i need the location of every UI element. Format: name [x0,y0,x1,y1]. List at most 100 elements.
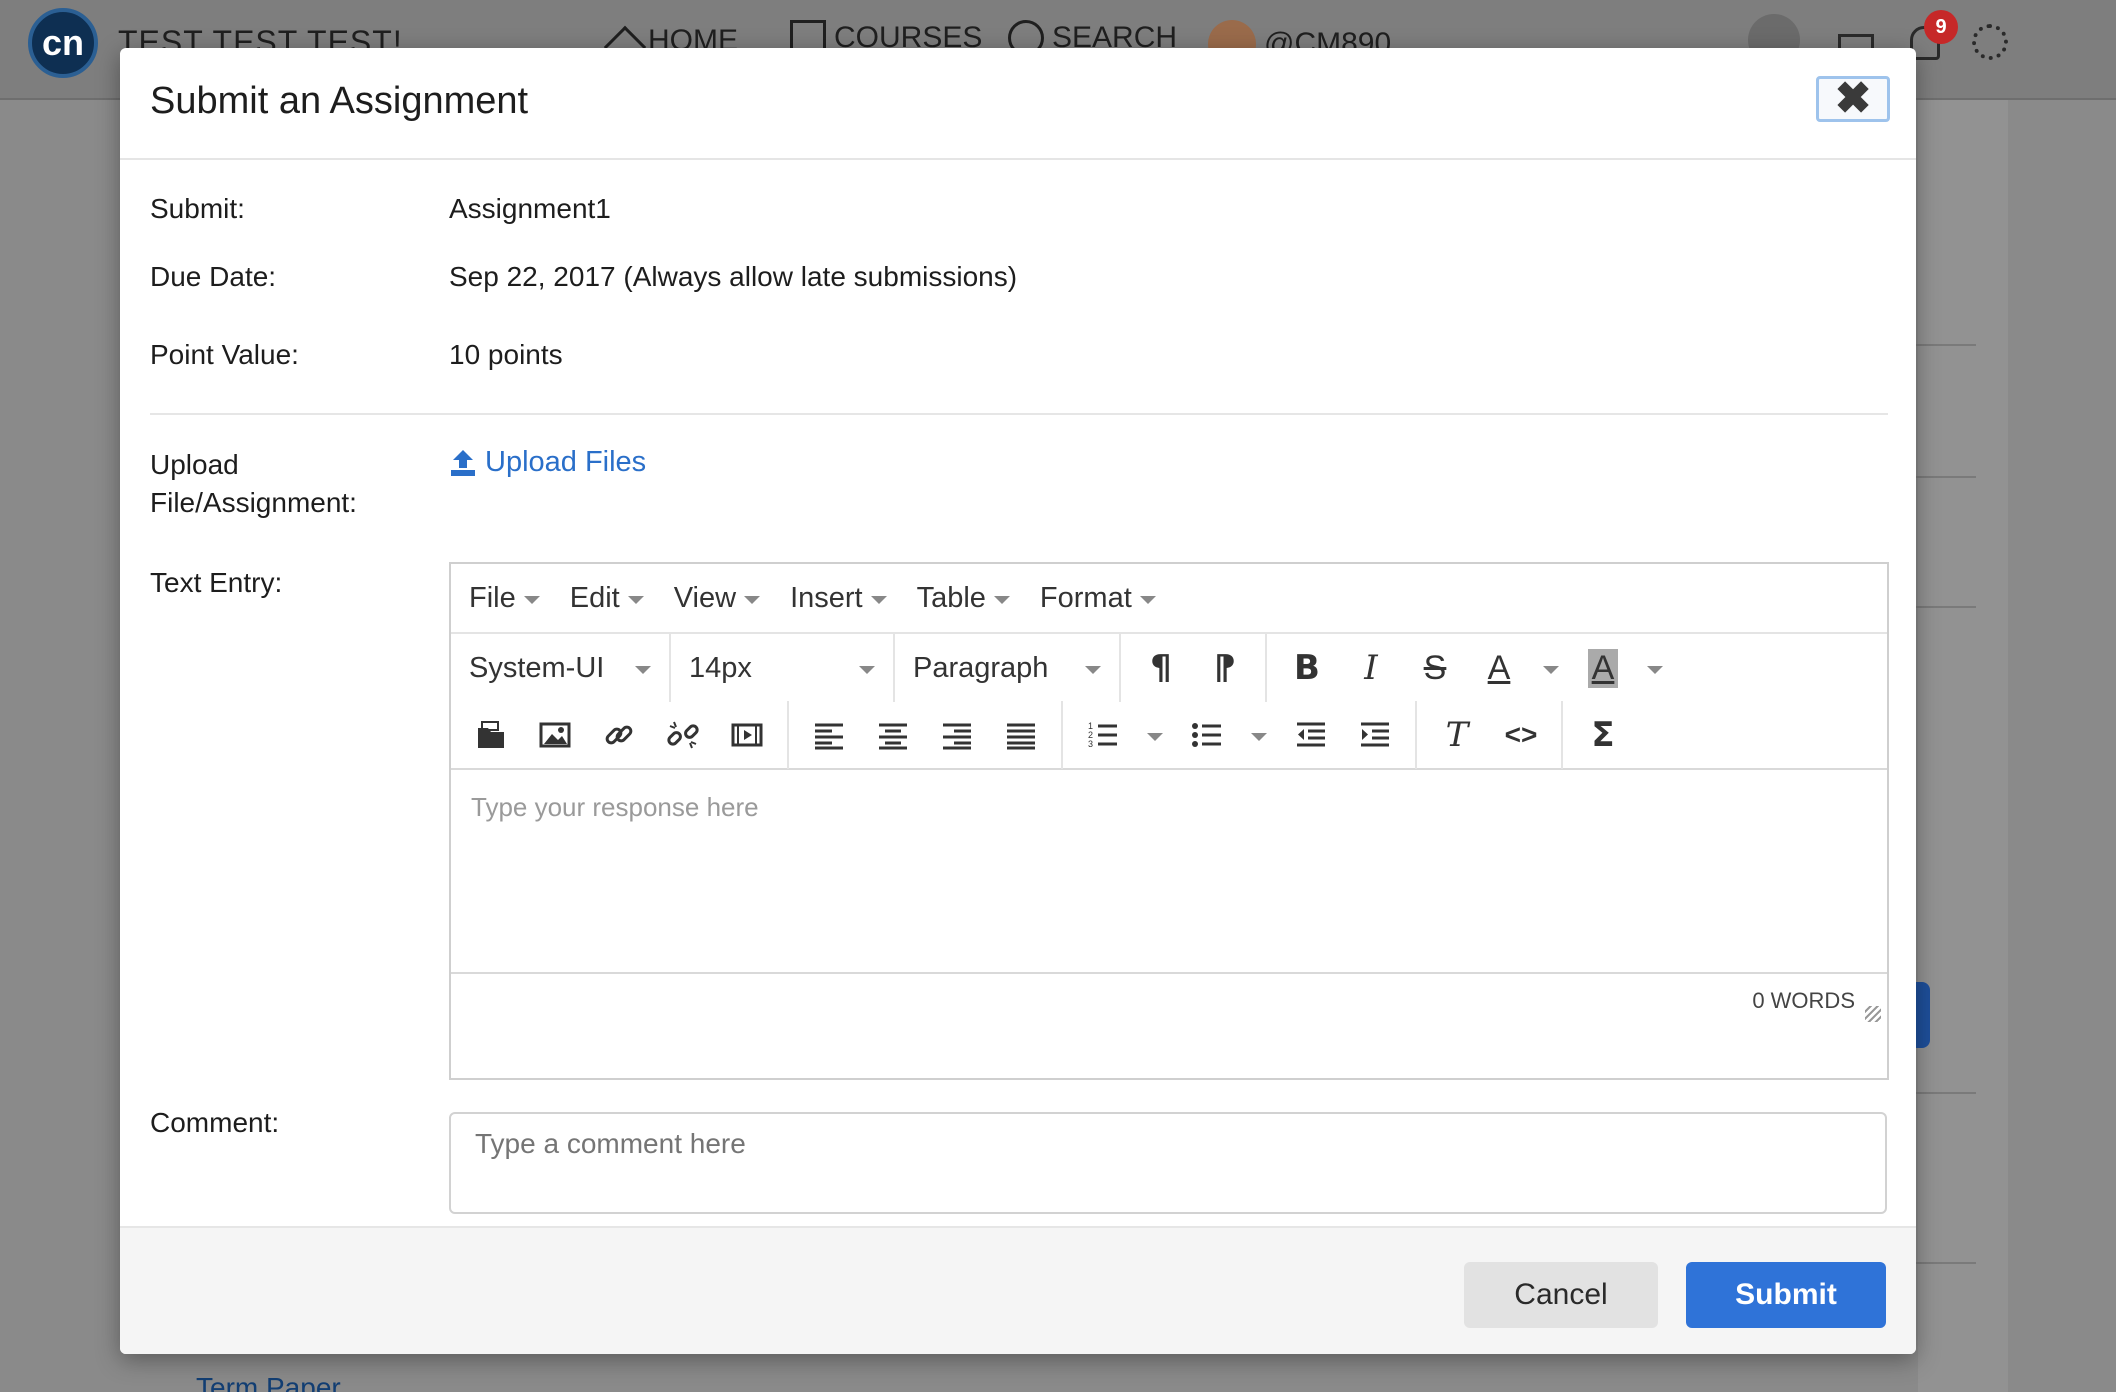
bullet-list-icon[interactable] [1175,707,1239,763]
editor-content-area[interactable]: Type your response here [451,772,1887,972]
editor-menubar: File Edit View Insert Table Format [451,564,1887,634]
font-size-select[interactable]: 14px [671,634,895,702]
direction-group: ¶ ¶ [1121,634,1267,702]
gear-icon[interactable] [1972,24,2008,60]
block-format-select[interactable]: Paragraph [895,634,1121,702]
background-divider [1910,1262,1976,1264]
background-divider [1910,344,1976,346]
menu-view[interactable]: View [673,581,761,615]
svg-text:3: 3 [1088,739,1093,749]
font-size-value: 14px [689,651,752,684]
notification-badge: 9 [1924,10,1958,44]
menu-edit[interactable]: Edit [570,582,644,615]
menu-file[interactable]: File [469,582,540,615]
editor-toolbar-row1: System-UI 14px Paragraph ¶ ¶ B I S A A [451,634,1887,702]
menu-file-label: File [469,581,516,614]
misc-group: T <> [1417,701,1563,769]
numbered-list-dropdown[interactable] [1135,707,1175,763]
menu-format-label: Format [1039,581,1132,614]
background-divider [1910,606,1976,608]
clear-formatting-icon[interactable]: T [1425,707,1489,763]
file-manager-icon[interactable] [459,707,523,763]
font-color-dropdown[interactable] [1531,640,1571,696]
editor-toolbar-row2: 123 T <> Σ [451,701,1887,770]
bold-icon[interactable]: B [1275,640,1339,696]
bullet-list-dropdown[interactable] [1239,707,1279,763]
upload-files-link[interactable]: Upload Files [449,446,646,479]
caret-down-icon [1085,666,1101,674]
editor-statusbar: 0 WORDS [451,972,1887,1028]
resize-handle-icon[interactable] [1865,1006,1881,1022]
caret-down-icon [635,666,651,674]
menu-table-label: Table [916,581,986,614]
menu-format[interactable]: Format [1040,582,1156,615]
image-icon[interactable] [523,707,587,763]
insert-group [451,701,789,769]
menu-insert[interactable]: Insert [790,582,887,615]
indent-icon[interactable] [1343,707,1407,763]
caret-down-icon [627,596,644,604]
caret-down-icon [859,666,875,674]
point-value: 10 points [449,339,563,370]
caret-down-icon [523,596,540,604]
modal-header: Submit an Assignment ✖ [120,48,1916,160]
align-left-icon[interactable] [797,707,861,763]
alignment-group [789,701,1063,769]
modal-footer: Cancel Submit [120,1226,1916,1354]
background-panel [1918,100,2008,1392]
background-divider [1910,476,1976,478]
cancel-button[interactable]: Cancel [1464,1262,1658,1328]
caret-down-icon [870,596,887,604]
background-term-paper-link: Term Paper [196,1372,341,1392]
math-group: Σ [1563,701,1643,769]
due-date-value: Sep 22, 2017 (Always allow late submissi… [449,261,1018,292]
font-family-select[interactable]: System-UI [451,634,671,702]
close-button[interactable]: ✖ [1816,76,1890,122]
background-color-dropdown[interactable] [1635,640,1675,696]
outdent-icon[interactable] [1279,707,1343,763]
upload-files-label: Upload Files [485,446,647,478]
menu-edit-label: Edit [569,581,620,614]
modal-title: Submit an Assignment [150,80,529,122]
due-date-label: Due Date: [150,261,277,292]
word-count: 0 WORDS [1752,988,1855,1013]
align-center-icon[interactable] [861,707,925,763]
caret-down-icon [1647,666,1663,674]
upload-label: Upload File/Assignment: [150,446,357,522]
code-view-icon[interactable]: <> [1489,707,1553,763]
submit-label: Submit: [150,193,245,224]
strikethrough-icon[interactable]: S [1403,640,1467,696]
caret-down-icon [1139,596,1156,604]
font-color-icon[interactable]: A [1467,640,1531,696]
upload-label-line2: File/Assignment: [150,487,357,518]
caret-down-icon [1147,733,1163,741]
unlink-icon[interactable] [651,707,715,763]
caret-down-icon [1251,733,1267,741]
submit-button[interactable]: Submit [1686,1262,1886,1328]
menu-view-label: View [673,581,737,614]
caret-down-icon [993,596,1010,604]
align-justify-icon[interactable] [989,707,1053,763]
point-value-label: Point Value: [150,339,299,370]
menu-table[interactable]: Table [917,582,1010,615]
caret-down-icon [744,596,761,604]
section-divider [150,413,1888,415]
comment-textarea[interactable] [449,1112,1887,1214]
background-color-button[interactable]: A [1571,640,1635,696]
submit-assignment-modal: Submit an Assignment ✖ Submit: Assignmen… [120,48,1916,1354]
background-divider [1910,1092,1976,1094]
upload-label-line1: Upload [150,449,239,480]
block-format-value: Paragraph [913,651,1049,684]
media-icon[interactable] [715,707,779,763]
rtl-icon[interactable]: ¶ [1193,640,1257,696]
ltr-icon[interactable]: ¶ [1129,640,1193,696]
math-equation-icon[interactable]: Σ [1571,707,1635,763]
numbered-list-icon[interactable]: 123 [1071,707,1135,763]
list-group: 123 [1063,701,1417,769]
text-style-group: B I S A A [1267,634,1683,702]
italic-icon[interactable]: I [1339,640,1403,696]
link-icon[interactable] [587,707,651,763]
align-right-icon[interactable] [925,707,989,763]
site-logo[interactable]: cn [28,8,98,78]
text-entry-label: Text Entry: [150,567,283,598]
